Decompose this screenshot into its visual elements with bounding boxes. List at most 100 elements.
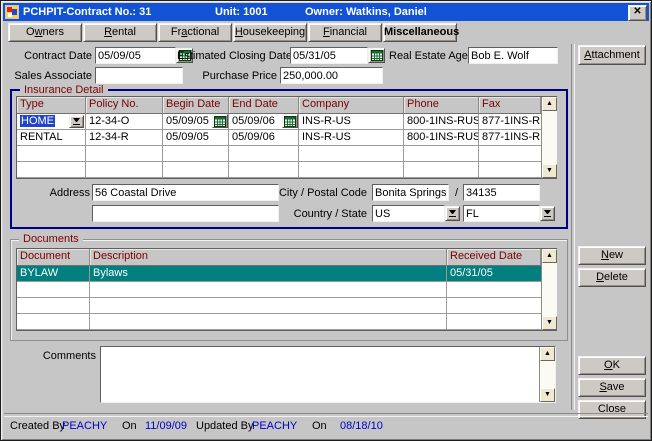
insurance-table-scrollbar[interactable]: ▲ ▼ [541,97,557,178]
address-line1-input[interactable] [92,184,279,201]
company-cell[interactable]: INS-R-US [299,114,404,130]
selected-cell-text: HOME [20,115,55,127]
purchase-price-input[interactable] [280,67,383,84]
updated-by-value: PEACHY [252,420,297,432]
policy-no-cell[interactable]: 12-34-O [86,114,163,130]
comments-scrollbar[interactable]: ▲ ▼ [539,347,555,402]
column-header[interactable]: Company [299,97,404,114]
real-estate-agent-input[interactable] [468,47,558,64]
scroll-down-icon[interactable]: ▼ [542,316,557,330]
scroll-down-icon[interactable]: ▼ [540,388,555,402]
tab-housekeeping[interactable]: Housekeeping [233,23,307,42]
insurance-type-cell[interactable]: HOME [17,114,86,130]
updated-by-label: Updated By [196,420,253,432]
created-on-value: 11/09/09 [145,420,187,432]
company-cell[interactable]: INS-R-US [299,130,404,146]
country-input[interactable] [372,205,445,222]
column-header[interactable]: Document [17,249,90,266]
app-icon [5,5,19,19]
sales-associate-input[interactable] [95,67,183,84]
tab-miscellaneous[interactable]: Miscellaneous [383,23,457,42]
column-header[interactable]: Received Date [447,249,541,266]
fax-cell[interactable]: 877-1INS-RUS [479,114,541,130]
state-dropdown-button[interactable] [540,206,555,221]
created-on-label: On [122,420,137,432]
tab-owners[interactable]: Owners [8,23,82,42]
end-date-calendar-button[interactable] [282,114,298,128]
end-date-cell[interactable]: 05/09/06 [229,130,299,146]
state-input[interactable] [463,205,540,222]
attachment-button[interactable]: Attachment [578,45,646,65]
comments-text [101,347,539,402]
calendar-icon [371,50,383,61]
table-row[interactable]: HOME 12-34-O 05/09/05 05/09/06 INS-R-US … [17,114,541,130]
type-dropdown-button[interactable] [69,115,84,128]
received-date-cell[interactable]: 05/31/05 [447,266,541,282]
city-postal-label: City / Postal Code [277,187,367,199]
column-header[interactable]: Begin Date [163,97,229,114]
documents-table: Document Description Received Date BYLAW… [16,248,557,331]
created-by-value: PEACHY [62,420,107,432]
city-input[interactable] [372,184,449,201]
begin-date-cell[interactable]: 05/09/05 [163,114,229,130]
insurance-detail-group-label: Insurance Detail [20,84,108,96]
comments-label: Comments [30,350,96,362]
insurance-type-cell[interactable]: RENTAL [17,130,86,146]
vertical-divider [571,44,575,410]
documents-table-scrollbar[interactable]: ▲ ▼ [541,249,557,330]
table-row[interactable] [17,162,541,178]
postal-code-input[interactable] [463,184,540,201]
phone-cell[interactable]: 800-1INS-RUS [404,130,479,146]
policy-no-cell[interactable]: 12-34-R [86,130,163,146]
tab-rental[interactable]: Rental [83,23,157,42]
scroll-down-icon[interactable]: ▼ [542,164,557,178]
created-by-label: Created By [10,420,65,432]
delete-button[interactable]: Delete [578,268,646,287]
scroll-up-icon[interactable]: ▲ [540,347,555,361]
table-row[interactable]: RENTAL 12-34-R 05/09/05 05/09/06 INS-R-U… [17,130,541,146]
column-header[interactable]: Type [17,97,86,114]
table-row[interactable] [17,314,541,330]
estimated-closing-date-label: Estimated Closing Date [177,50,287,62]
description-cell[interactable]: Bylaws [90,266,447,282]
close-icon[interactable]: ✕ [628,5,647,21]
column-header[interactable]: Policy No. [86,97,163,114]
column-header[interactable]: End Date [229,97,299,114]
end-date-cell[interactable]: 05/09/06 [229,114,299,130]
calendar-icon [214,116,226,127]
estimated-closing-date-input[interactable] [290,47,368,64]
tab-fractional[interactable]: Fractional [158,23,232,42]
table-row[interactable] [17,282,541,298]
scroll-up-icon[interactable]: ▲ [542,97,557,111]
documents-table-header: Document Description Received Date [17,249,541,266]
address-line2-input[interactable] [92,205,279,222]
contract-date-input[interactable] [95,47,176,64]
column-header[interactable]: Fax [479,97,541,114]
country-dropdown-button[interactable] [445,206,460,221]
scroll-up-icon[interactable]: ▲ [542,249,557,263]
table-row[interactable] [17,298,541,314]
fax-cell[interactable]: 877-1INS-RUS [479,130,541,146]
dropdown-icon [544,210,551,217]
dropdown-icon [449,210,456,217]
column-header[interactable]: Phone [404,97,479,114]
comments-textarea[interactable]: ▲ ▼ [100,346,556,403]
column-header[interactable]: Description [90,249,447,266]
save-button[interactable]: Save [578,378,646,397]
estimated-closing-date-calendar-button[interactable] [368,48,385,63]
table-row-selected[interactable]: BYLAW Bylaws 05/31/05 [17,266,541,282]
document-cell[interactable]: BYLAW [17,266,90,282]
begin-date-cell[interactable]: 05/09/05 [163,130,229,146]
begin-date-calendar-button[interactable] [212,114,228,128]
documents-group-label: Documents [19,233,83,245]
tab-financial[interactable]: Financial [308,23,382,42]
new-button[interactable]: New [578,246,646,265]
sales-associate-label: Sales Associate [8,70,92,82]
address-label: Address [30,187,90,199]
country-state-label: Country / State [289,208,367,220]
ok-button[interactable]: OK [578,356,646,375]
status-divider [4,413,648,417]
purchase-price-label: Purchase Price [200,70,277,82]
phone-cell[interactable]: 800-1INS-RUS [404,114,479,130]
table-row[interactable] [17,146,541,162]
